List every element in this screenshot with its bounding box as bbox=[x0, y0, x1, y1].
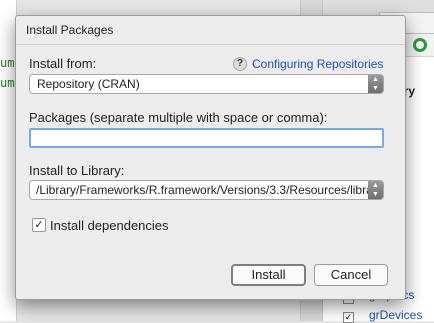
install-packages-dialog: Install Packages Install from: ? Configu… bbox=[15, 15, 406, 300]
package-link[interactable]: grDevices bbox=[369, 308, 422, 322]
install-dependencies-checkbox[interactable]: ✓ bbox=[32, 218, 46, 232]
package-checkbox[interactable]: ✓ bbox=[343, 312, 354, 323]
install-from-select[interactable]: Repository (CRAN) ▲ ▼ bbox=[29, 74, 384, 94]
refresh-icon[interactable] bbox=[413, 38, 427, 52]
dialog-titlebar[interactable]: Install Packages bbox=[16, 16, 405, 45]
install-from-value: Repository (CRAN) bbox=[37, 77, 140, 91]
console-text: um bbox=[0, 56, 15, 70]
help-icon[interactable]: ? bbox=[233, 57, 247, 71]
select-arrows-icon: ▲ ▼ bbox=[368, 75, 383, 93]
cancel-button[interactable]: Cancel bbox=[314, 264, 388, 286]
packages-input[interactable] bbox=[29, 128, 384, 148]
install-button[interactable]: Install bbox=[231, 264, 306, 286]
install-dependencies-label[interactable]: Install dependencies bbox=[50, 218, 169, 233]
library-select[interactable]: /Library/Frameworks/R.framework/Versions… bbox=[29, 180, 384, 200]
packages-label: Packages (separate multiple with space o… bbox=[29, 110, 328, 125]
library-path-value: /Library/Frameworks/R.framework/Versions… bbox=[36, 183, 383, 197]
select-arrows-icon: ▲ ▼ bbox=[368, 181, 383, 199]
install-from-label: Install from: bbox=[29, 56, 97, 71]
console-text: um bbox=[0, 76, 15, 90]
install-to-library-label: Install to Library: bbox=[29, 163, 125, 178]
configuring-repositories-link[interactable]: Configuring Repositories bbox=[252, 57, 383, 71]
dialog-title: Install Packages bbox=[26, 23, 114, 37]
